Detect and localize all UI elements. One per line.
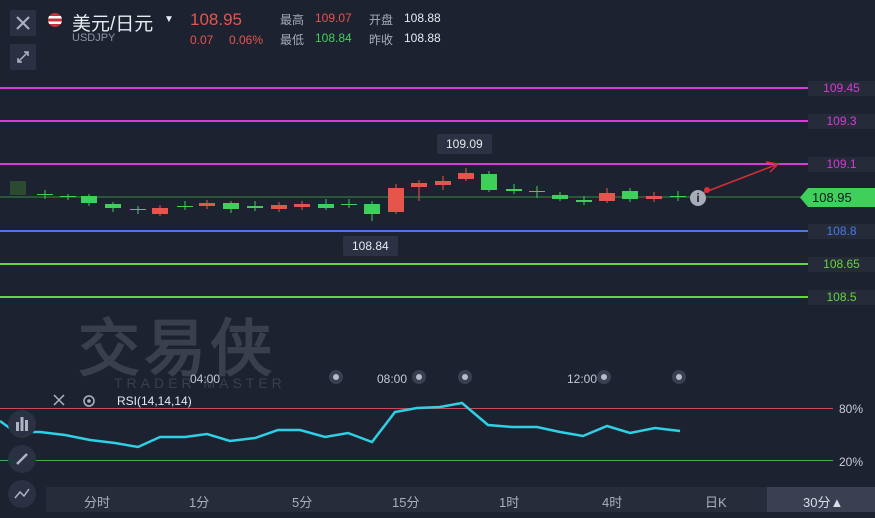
price-change-pct: 0.06% (229, 33, 264, 47)
candle-body (435, 181, 451, 185)
open-value: 108.88 (404, 11, 441, 25)
candle-body (622, 191, 638, 199)
candle-body (247, 206, 263, 208)
level-label: 108.65 (808, 257, 875, 272)
candle-body (670, 196, 686, 197)
time-tick: 04:00 (190, 372, 221, 386)
candle-body (294, 204, 310, 207)
event-marker[interactable] (458, 370, 472, 384)
line-tool-button[interactable] (8, 480, 36, 508)
level-label: 109.3 (808, 114, 875, 129)
candle-body (411, 183, 427, 187)
event-marker[interactable] (672, 370, 686, 384)
open-label: 开盘 (369, 13, 394, 27)
candle-body (177, 206, 193, 207)
tab-timeframe[interactable]: 1分 (189, 492, 209, 511)
tab-timeframe[interactable]: 分时 (84, 492, 110, 511)
tab-timeframe[interactable]: 1时 (499, 492, 519, 511)
line-chart-icon (14, 488, 30, 499)
candle-body (81, 196, 97, 203)
candle-body (529, 191, 545, 192)
event-marker[interactable] (329, 370, 343, 384)
level-line-108-5[interactable] (0, 296, 808, 298)
low-value: 108.84 (315, 31, 352, 45)
tab-timeframe[interactable]: 15分 (392, 492, 419, 511)
prev-close-label: 昨收 (369, 33, 394, 47)
level-label: 109.45 (808, 81, 875, 96)
chart-start-marker (10, 181, 26, 195)
candle-body (199, 203, 215, 206)
candle-body (458, 173, 474, 179)
draw-button[interactable] (8, 445, 36, 473)
close-icon (16, 16, 30, 30)
pencil-icon (16, 453, 28, 465)
level-line-108-8[interactable] (0, 230, 808, 232)
candle-body (60, 196, 76, 197)
tab-timeframe[interactable]: 4时 (602, 492, 622, 511)
high-label: 最高 (280, 13, 305, 27)
candle-body (37, 194, 53, 195)
arrow-anchor (704, 187, 710, 193)
candle-body (646, 196, 662, 199)
candle-body (130, 209, 146, 210)
bar-chart-icon (16, 417, 28, 431)
close-button[interactable] (10, 10, 36, 36)
indicator-button[interactable] (8, 410, 36, 438)
low-tooltip: 108.84 (343, 236, 398, 256)
candle-body (388, 188, 404, 212)
candle-body (481, 174, 497, 190)
candle-body (152, 208, 168, 214)
event-marker[interactable] (412, 370, 426, 384)
tab-timeframe[interactable]: 5分 (292, 492, 312, 511)
candle-body (599, 193, 615, 201)
candle-body (341, 204, 357, 205)
prev-close-value: 108.88 (404, 31, 441, 45)
level-line-109-3[interactable] (0, 120, 808, 122)
high-tooltip: 109.09 (437, 134, 492, 154)
price-change: 0.07 (190, 33, 214, 47)
current-price: 108.95 (190, 10, 242, 29)
info-icon[interactable]: i (690, 190, 706, 206)
time-tick: 08:00 (377, 372, 408, 386)
high-value: 109.07 (315, 11, 352, 25)
timeframe-bar (46, 487, 875, 512)
candle-body (364, 204, 380, 214)
trend-arrow[interactable] (699, 161, 780, 195)
chevron-down-icon[interactable]: ▼ (164, 14, 174, 25)
rsi-upper-value: 80% (839, 402, 864, 416)
current-price-tag-value: 108.95 (812, 190, 852, 205)
shrink-button[interactable] (10, 44, 36, 70)
level-label: 108.8 (808, 224, 875, 239)
candle-body (576, 200, 592, 202)
level-label: 108.5 (808, 290, 875, 305)
candle-body (318, 204, 334, 208)
tab-timeframe-active[interactable]: 30分▲ (803, 492, 843, 511)
rsi-line (0, 401, 681, 449)
flag-icon (48, 13, 62, 27)
current-price-tag: 108.95 (800, 188, 875, 207)
candle-body (552, 195, 568, 199)
candle-body (506, 189, 522, 191)
time-tick: 12:00 (567, 372, 598, 386)
rsi-line-chart (0, 401, 681, 449)
collapse-icon (17, 51, 29, 63)
level-line-109-45[interactable] (0, 87, 808, 89)
candle-body (105, 204, 121, 208)
tab-timeframe[interactable]: 日K (705, 492, 727, 511)
candlestick-chart[interactable] (0, 150, 808, 230)
candle-body (271, 205, 287, 209)
symbol-label: USDJPY (72, 32, 116, 44)
rsi-lower-value: 20% (839, 455, 864, 469)
event-marker[interactable] (597, 370, 611, 384)
low-label: 最低 (280, 33, 305, 47)
candle-body (223, 203, 239, 209)
level-label: 109.1 (808, 157, 875, 172)
level-line-108-65[interactable] (0, 263, 808, 265)
